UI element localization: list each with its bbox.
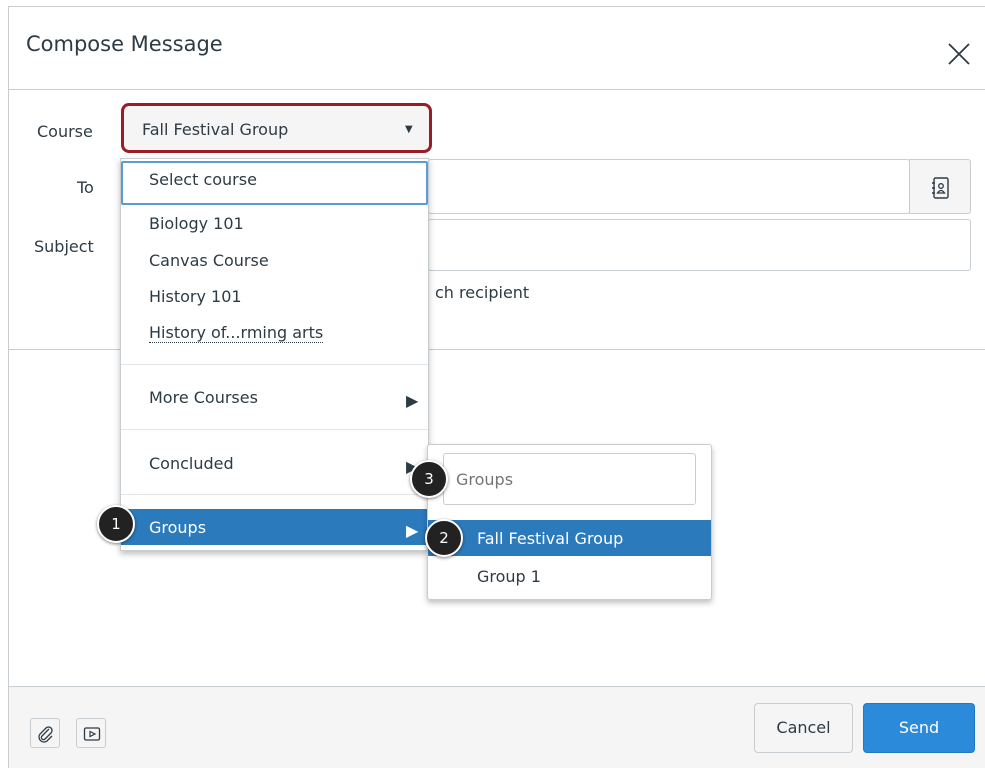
step-badge-3: 3	[410, 460, 448, 498]
address-book-icon	[932, 177, 949, 199]
chevron-right-icon: ▶	[406, 521, 419, 540]
menu-item-label: Select course	[149, 170, 257, 189]
menu-item-label: History of...rming arts	[149, 323, 324, 343]
media-icon	[83, 727, 101, 741]
dialog-title: Compose Message	[26, 32, 223, 56]
subject-label: Subject	[34, 237, 94, 256]
cancel-button[interactable]: Cancel	[754, 703, 853, 753]
record-media-button[interactable]	[76, 718, 106, 748]
course-select[interactable]: Fall Festival Group ▼	[121, 103, 432, 153]
to-field[interactable]	[428, 159, 910, 214]
menu-item-label: More Courses	[149, 388, 258, 407]
send-button[interactable]: Send	[863, 703, 975, 753]
step-badge-2: 2	[425, 519, 463, 557]
menu-item-label: Groups	[149, 518, 207, 537]
submenu-item-label: Group 1	[477, 567, 541, 586]
groups-search-input[interactable]	[443, 453, 696, 505]
submenu-item-label: Fall Festival Group	[477, 529, 624, 548]
menu-item-concluded[interactable]: Concluded ▶	[121, 445, 428, 481]
caret-down-icon: ▼	[405, 124, 413, 135]
subject-field[interactable]	[428, 219, 971, 271]
attach-file-button[interactable]	[30, 718, 60, 748]
menu-item-label: Biology 101	[149, 214, 244, 233]
menu-separator	[121, 494, 428, 495]
course-dropdown-menu: Select course Biology 101 Canvas Course …	[120, 158, 429, 551]
menu-item-select-course[interactable]: Select course	[121, 161, 428, 205]
individual-message-text: ch recipient	[435, 283, 530, 302]
menu-item-biology-101[interactable]: Biology 101	[121, 205, 428, 241]
groups-submenu: Fall Festival Group Group 1	[427, 444, 712, 600]
course-label: Course	[37, 122, 93, 141]
paperclip-icon	[38, 726, 53, 743]
menu-item-canvas-course[interactable]: Canvas Course	[121, 242, 428, 278]
header-divider	[8, 89, 985, 90]
menu-item-history-101[interactable]: History 101	[121, 278, 428, 314]
step-badge-1: 1	[97, 505, 135, 543]
submenu-item-fall-festival-group[interactable]: Fall Festival Group	[428, 520, 711, 556]
menu-item-history-of-performing-arts[interactable]: History of...rming arts	[121, 314, 428, 350]
menu-item-groups[interactable]: Groups ▶	[121, 509, 428, 545]
close-icon[interactable]	[946, 41, 972, 67]
to-label: To	[77, 178, 94, 197]
submenu-item-group-1[interactable]: Group 1	[428, 558, 711, 594]
menu-item-more-courses[interactable]: More Courses ▶	[121, 379, 428, 415]
menu-separator	[121, 429, 428, 430]
address-book-button[interactable]	[909, 159, 971, 214]
chevron-right-icon: ▶	[406, 391, 419, 410]
menu-item-label: History 101	[149, 287, 242, 306]
menu-item-label: Concluded	[149, 454, 234, 473]
menu-separator	[121, 364, 428, 365]
course-select-value: Fall Festival Group	[142, 120, 289, 139]
menu-item-label: Canvas Course	[149, 251, 269, 270]
